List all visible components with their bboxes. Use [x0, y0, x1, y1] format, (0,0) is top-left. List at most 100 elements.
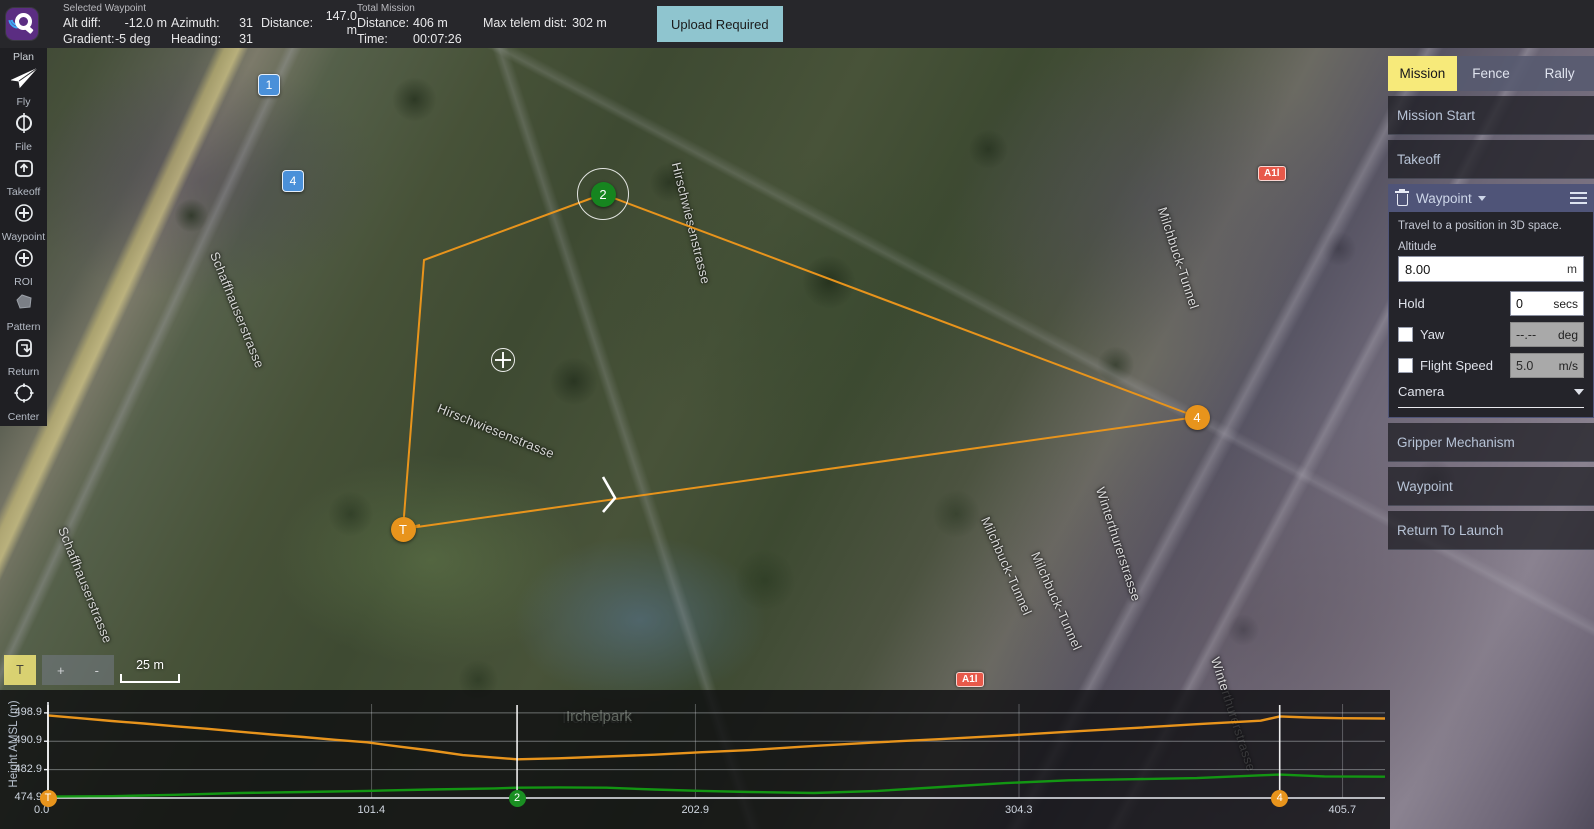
zoom-in-button[interactable]: +	[57, 663, 65, 678]
map-zoom-control[interactable]: + -	[42, 655, 114, 685]
azimuth-label: Azimuth:	[171, 16, 227, 30]
plus-circle-icon	[13, 199, 35, 227]
sidebar-item-label: Waypoint	[2, 232, 45, 243]
sidebar-item-waypoint[interactable]: Waypoint	[0, 232, 47, 277]
max-telem-label: Max telem dist:	[483, 16, 567, 30]
insert-waypoint-handle[interactable]	[491, 348, 515, 372]
plan-tab-bar: Mission Fence Rally	[1388, 56, 1594, 91]
mission-item-gripper-mechanism[interactable]: Gripper Mechanism	[1388, 423, 1594, 462]
total-distance-label: Distance:	[357, 16, 413, 30]
altitude-unit: m	[1567, 262, 1577, 276]
map-street-label: Hirschwiesenstrasse	[669, 161, 714, 286]
plan-toolstrip: Plan Fly File Takeoff Waypoint	[0, 48, 47, 426]
hamburger-icon[interactable]	[1570, 189, 1587, 207]
map-scale-ruler	[120, 674, 180, 683]
tab-rally[interactable]: Rally	[1525, 56, 1594, 91]
takeoff-arrow-icon	[13, 154, 35, 182]
mission-item-mission-start[interactable]: Mission Start	[1388, 96, 1594, 135]
tab-mission[interactable]: Mission	[1388, 56, 1457, 91]
waypoint-editor-body: Travel to a position in 3D space. Altitu…	[1388, 212, 1594, 418]
profile-waypoint-marker[interactable]: T	[40, 790, 57, 807]
waypoint-description: Travel to a position in 3D space.	[1398, 220, 1584, 232]
map-street-label: Schaffhauserstrasse	[207, 250, 267, 371]
trash-icon[interactable]	[1395, 191, 1409, 206]
file-sync-icon	[13, 109, 35, 137]
profile-waypoint-marker[interactable]: 2	[509, 790, 526, 807]
terrain-toggle-button[interactable]: T	[4, 655, 36, 685]
hold-unit: secs	[1553, 297, 1578, 311]
altitude-input[interactable]: 8.00 m	[1398, 256, 1584, 282]
flight-speed-unit: m/s	[1559, 359, 1578, 373]
elevation-profile[interactable]: Height AMSL (m) Irchelpark 498.9490.9482…	[0, 690, 1390, 829]
sidebar-item-label: Takeoff	[7, 187, 41, 198]
sidebar-item-label: Center	[8, 412, 40, 423]
sel-distance-label: Distance:	[261, 16, 313, 30]
hold-input[interactable]: 0 secs	[1510, 291, 1584, 316]
altitude-value: 8.00	[1405, 262, 1430, 277]
sidebar-item-label: ROI	[14, 277, 33, 288]
map-scale-label: 25 m	[120, 658, 180, 672]
yaw-field-row: Yaw --.-- deg	[1398, 321, 1584, 348]
sidebar-item-return[interactable]: Return	[0, 367, 47, 412]
map-street-label: Milchbuck-Tunnel	[1028, 549, 1085, 652]
profile-waypoint-marker[interactable]: 4	[1271, 790, 1288, 807]
chevron-down-icon[interactable]	[1574, 389, 1584, 395]
total-distance-value: 406 m	[413, 16, 463, 30]
gradient-value: -5 deg	[115, 32, 167, 46]
map-waypoint-marker[interactable]: T	[391, 517, 416, 542]
max-telem-group: Max telem dist: 302 m	[483, 0, 633, 48]
plan-editor-panel: Mission Fence Rally Mission Start Takeof…	[1388, 56, 1594, 550]
yaw-input[interactable]: --.-- deg	[1510, 322, 1584, 347]
total-time-label: Time:	[357, 32, 413, 46]
mission-item-waypoint[interactable]: Waypoint	[1388, 467, 1594, 506]
sidebar-item-label: Pattern	[7, 322, 41, 333]
flight-speed-checkbox[interactable]	[1398, 358, 1413, 373]
total-time-value: 00:07:26	[413, 32, 469, 46]
selected-waypoint-caption: Selected Waypoint	[63, 3, 146, 14]
chevron-down-icon[interactable]	[1478, 196, 1486, 201]
map-street-label: Schaffhauserstrasse	[55, 525, 115, 646]
total-mission-group: Total Mission Distance:406 m Time:00:07:…	[357, 0, 469, 48]
sidebar-item-fly[interactable]: Fly	[0, 97, 47, 142]
map-waypoint-marker[interactable]: 4	[1185, 405, 1210, 430]
camera-label: Camera	[1398, 384, 1444, 399]
sidebar-item-file[interactable]: File	[0, 142, 47, 187]
sidebar-item-plan[interactable]: Plan	[0, 52, 47, 97]
selected-distance-group: Distance: 147.0 m	[261, 0, 357, 48]
waypoint-editor-title: Waypoint	[1416, 191, 1472, 206]
upload-required-button[interactable]: Upload Required	[657, 6, 783, 42]
sel-distance-value: 147.0 m	[317, 9, 357, 37]
yaw-label: Yaw	[1420, 327, 1444, 342]
yaw-checkbox[interactable]	[1398, 327, 1413, 342]
profile-y-tick-label: 498.9	[0, 706, 42, 718]
alt-diff-value: -12.0 m	[115, 16, 167, 30]
waypoint-editor-header[interactable]: Waypoint	[1388, 184, 1594, 212]
sidebar-item-takeoff[interactable]: Takeoff	[0, 187, 47, 232]
zoom-out-button[interactable]: -	[95, 663, 99, 678]
sidebar-item-center[interactable]: Center	[0, 412, 47, 457]
profile-x-tick-label: 101.4	[358, 804, 386, 816]
max-telem-value: 302 m	[572, 16, 607, 30]
map-waypoint-marker[interactable]: 2	[591, 182, 616, 207]
map-marker-badge[interactable]: 1	[258, 74, 280, 96]
mission-item-return-to-launch[interactable]: Return To Launch	[1388, 511, 1594, 550]
map-street-label: Milchbuck-Tunnel	[1155, 205, 1202, 311]
hold-field-row: Hold 0 secs	[1398, 290, 1584, 317]
sidebar-item-label: Plan	[13, 52, 34, 63]
selected-waypoint-group: Selected Waypoint Alt diff:-12.0 m Gradi…	[63, 0, 171, 48]
sidebar-item-roi[interactable]: ROI	[0, 277, 47, 322]
sidebar-item-pattern[interactable]: Pattern	[0, 322, 47, 367]
mission-item-takeoff[interactable]: Takeoff	[1388, 140, 1594, 179]
alt-diff-label: Alt diff:	[63, 16, 115, 30]
highway-shield: A1l	[956, 672, 984, 687]
qgc-logo-icon[interactable]	[5, 7, 39, 41]
flight-speed-input[interactable]: 5.0 m/s	[1510, 353, 1584, 378]
qgc-plan-view: Schaffhauserstrasse Schaffhauserstrasse Hi…	[0, 0, 1594, 829]
map-marker-badge[interactable]: 4	[282, 170, 304, 192]
return-arrow-icon	[13, 334, 35, 362]
sidebar-item-label: Fly	[17, 97, 31, 108]
profile-y-tick-label: 482.9	[0, 763, 42, 775]
tab-fence[interactable]: Fence	[1457, 56, 1526, 91]
hold-label: Hold	[1398, 296, 1425, 311]
camera-section-header[interactable]: Camera	[1398, 384, 1584, 399]
